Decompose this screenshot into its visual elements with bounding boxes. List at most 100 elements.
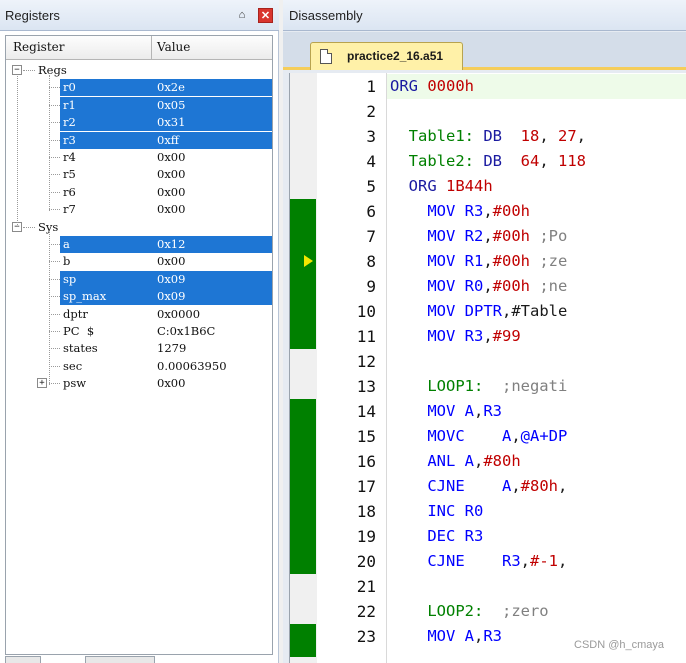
code-line[interactable]: ORG 1B44h: [390, 177, 493, 195]
code-line[interactable]: MOV R0,#00h ;ne: [390, 277, 567, 295]
code-token: MOV: [390, 402, 465, 420]
code-token: #00h: [492, 277, 530, 295]
code-editor[interactable]: 1 2 3 4 5 6 7 8 9 10 11 12 13 14 15 16 17 18 19 20 21 22 23 OR…: [289, 73, 686, 663]
line-number: 23: [356, 627, 376, 646]
code-token: ;negati: [501, 377, 568, 395]
tree-connector: [49, 139, 60, 141]
registers-title-bar: Registers ⌂ ✕: [0, 0, 279, 31]
code-token: 18: [520, 127, 540, 145]
code-token: DB: [483, 152, 521, 170]
code-token: MOV: [390, 627, 465, 645]
expand-icon[interactable]: +: [37, 378, 47, 389]
line-number: 9: [366, 277, 376, 296]
code-token: DEC: [390, 527, 465, 545]
code-token: ,: [511, 477, 521, 495]
register-row[interactable]: sp_max 0x09: [6, 288, 272, 306]
column-divider[interactable]: [151, 36, 152, 59]
code-line[interactable]: INC R0: [390, 502, 483, 520]
register-row[interactable]: + psw 0x00: [6, 375, 272, 392]
code-line[interactable]: MOV A,R3: [390, 402, 502, 420]
code-token: LOOP2:: [390, 602, 502, 620]
code-token: #-1: [530, 552, 558, 570]
code-token: ,: [539, 127, 558, 145]
register-row[interactable]: sp 0x09: [6, 270, 272, 288]
coverage-marker: [290, 199, 316, 349]
register-row[interactable]: PC $ C:0x1B6C: [6, 323, 272, 340]
bottom-tab[interactable]: [85, 656, 155, 663]
code-token: ANL: [390, 452, 465, 470]
tree-group-label: Regs: [38, 63, 67, 77]
tree-connector: [49, 348, 60, 350]
register-name: states: [63, 341, 98, 356]
register-row[interactable]: r6 0x00: [6, 184, 272, 201]
code-line[interactable]: MOV DPTR,#Table: [390, 302, 567, 320]
code-token: ;Po: [530, 227, 568, 245]
code-line[interactable]: ORG 0000h: [390, 77, 474, 95]
register-row[interactable]: sec 0.00063950: [6, 358, 272, 375]
tree-group-regs[interactable]: − Regs: [6, 62, 272, 79]
code-token: MOV: [390, 252, 465, 270]
register-row[interactable]: r0 0x2e: [6, 79, 272, 97]
tree-connector: [49, 191, 60, 193]
code-token: ,: [474, 627, 484, 645]
register-value: 0x00: [157, 376, 186, 391]
register-value: 0x00: [157, 184, 186, 199]
code-line[interactable]: ANL A,#80h: [390, 452, 520, 470]
code-token: ;ze: [530, 252, 568, 270]
code-area[interactable]: ORG 0000h Table1: DB 18, 27, Table2: DB …: [387, 73, 686, 663]
code-line[interactable]: DEC R3: [390, 527, 483, 545]
tree-connector: [49, 122, 60, 124]
code-token: #80h: [520, 477, 558, 495]
coverage-margin[interactable]: [290, 73, 317, 663]
register-row[interactable]: r4 0x00: [6, 149, 272, 166]
column-header-value[interactable]: Value: [157, 40, 190, 54]
collapse-icon[interactable]: −: [12, 65, 22, 75]
code-line[interactable]: MOVC A,@A+DP: [390, 427, 567, 445]
code-token: R0: [464, 277, 484, 295]
register-row[interactable]: r1 0x05: [6, 96, 272, 114]
close-icon[interactable]: ✕: [258, 8, 273, 23]
register-value: 0x0000: [157, 306, 201, 321]
execution-arrow-icon: [304, 255, 313, 267]
column-header-register[interactable]: Register: [13, 40, 64, 54]
code-token: ,: [558, 477, 568, 495]
code-line[interactable]: CJNE A,#80h,: [390, 477, 567, 495]
code-line[interactable]: Table2: DB 64, 118: [390, 152, 586, 170]
code-line[interactable]: MOV R2,#00h ;Po: [390, 227, 567, 245]
code-line[interactable]: MOV R1,#00h ;ze: [390, 252, 567, 270]
code-line[interactable]: MOV A,R3: [390, 627, 502, 645]
register-row[interactable]: states 1279: [6, 340, 272, 357]
line-number: 11: [356, 327, 376, 346]
pin-icon[interactable]: ⌂: [236, 8, 248, 22]
code-token: ,: [483, 277, 493, 295]
code-line[interactable]: Table1: DB 18, 27,: [390, 127, 586, 145]
tree-connector: [49, 383, 60, 385]
register-name: sp_max: [63, 289, 107, 304]
line-number: 12: [356, 352, 376, 371]
code-token: MOV: [390, 327, 465, 345]
code-line[interactable]: LOOP2: ;zero: [390, 602, 549, 620]
register-name: r7: [63, 202, 76, 217]
register-row[interactable]: r5 0x00: [6, 166, 272, 183]
tree-group-sys[interactable]: − Sys: [6, 219, 272, 236]
register-row[interactable]: dptr 0x0000: [6, 306, 272, 323]
register-value: 0x12: [157, 237, 186, 251]
file-tab[interactable]: practice2_16.a51: [310, 42, 463, 70]
code-token: ;zero: [501, 602, 549, 620]
code-token: ,: [539, 152, 558, 170]
code-token: A: [501, 427, 512, 445]
code-line[interactable]: CJNE R3,#-1,: [390, 552, 567, 570]
register-row[interactable]: r3 0xff: [6, 131, 272, 149]
code-line[interactable]: MOV R3,#00h: [390, 202, 530, 220]
code-line[interactable]: LOOP1: ;negati: [390, 377, 567, 395]
line-number: 6: [366, 202, 376, 221]
line-number-gutter[interactable]: 1 2 3 4 5 6 7 8 9 10 11 12 13 14 15 16 17 18 19 20 21 22 23: [317, 73, 387, 663]
bottom-tab[interactable]: [5, 656, 41, 663]
register-row[interactable]: r7 0x00: [6, 201, 272, 218]
register-row[interactable]: r2 0x31: [6, 114, 272, 132]
code-token: ,: [474, 452, 484, 470]
code-token: A: [464, 402, 474, 420]
register-row[interactable]: b 0x00: [6, 253, 272, 270]
register-row[interactable]: a 0x12: [6, 236, 272, 253]
code-line[interactable]: MOV R3,#99: [390, 327, 520, 345]
